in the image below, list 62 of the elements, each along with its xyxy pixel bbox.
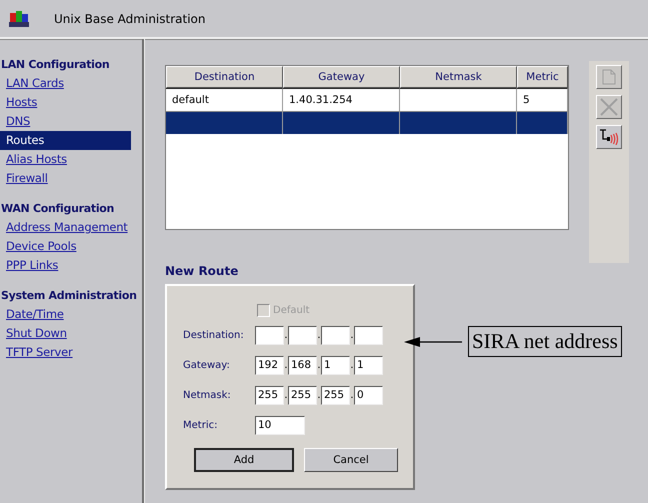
table-row[interactable]: default 1.40.31.254 5 xyxy=(166,88,568,111)
field-label: Netmask: xyxy=(182,390,232,400)
section-heading: System Administration xyxy=(0,288,137,304)
octet-separator: . xyxy=(317,388,321,402)
octet-separator: . xyxy=(284,388,288,402)
octet-field[interactable] xyxy=(321,326,350,344)
field-label: Gateway: xyxy=(182,360,231,370)
table-cell: default xyxy=(172,94,209,106)
octet-field[interactable]: 0 xyxy=(354,386,383,404)
page-icon xyxy=(602,69,616,85)
x-icon xyxy=(600,98,618,116)
nav-link[interactable]: Date/Time xyxy=(0,305,125,324)
nav-link[interactable]: Firewall xyxy=(0,169,125,188)
nav-link[interactable]: Device Pools xyxy=(0,237,125,256)
window-title: Unix Base Administration xyxy=(54,12,206,26)
field-label: Metric: xyxy=(182,420,218,430)
octet-separator: . xyxy=(317,328,321,342)
arrow xyxy=(404,336,464,348)
octet-separator: . xyxy=(350,388,354,402)
logo-icon xyxy=(8,8,30,28)
octet-field[interactable]: 1 xyxy=(321,356,350,374)
ping-button[interactable] xyxy=(596,125,622,149)
section-heading: LAN Configuration xyxy=(0,57,110,73)
octet-field[interactable]: 255 xyxy=(288,386,317,404)
nav-link[interactable]: PPP Links xyxy=(0,256,125,275)
octet-separator: . xyxy=(284,328,288,342)
table-cell: 1.40.31.254 xyxy=(289,94,352,106)
annotation-label: SIRA net address xyxy=(468,326,622,357)
section-heading: WAN Configuration xyxy=(0,201,114,217)
octet-field[interactable] xyxy=(288,326,317,344)
column-header[interactable]: Gateway xyxy=(283,66,400,88)
octet-field[interactable] xyxy=(354,326,383,344)
octet-field[interactable]: 255 xyxy=(255,386,284,404)
nav-link[interactable]: Alias Hosts xyxy=(0,150,125,169)
nav-link[interactable]: TFTP Server xyxy=(0,343,125,362)
signal-icon xyxy=(599,129,619,145)
nav-link[interactable]: Routes xyxy=(0,131,131,150)
checkbox-label: Default xyxy=(273,304,310,316)
cancel-button[interactable]: Cancel xyxy=(304,448,398,472)
add-button[interactable]: Add xyxy=(194,448,294,472)
table-cell: 5 xyxy=(523,94,530,106)
octet-separator: . xyxy=(317,358,321,372)
column-header[interactable]: Metric xyxy=(517,66,568,88)
octet-field[interactable]: 192 xyxy=(255,356,284,374)
nav-link[interactable]: Shut Down xyxy=(0,324,125,343)
octet-separator: . xyxy=(284,358,288,372)
octet-separator: . xyxy=(350,328,354,342)
nav-link[interactable]: Hosts xyxy=(0,93,125,112)
field-label: Destination: xyxy=(182,330,245,340)
octet-separator: . xyxy=(350,358,354,372)
input-field[interactable]: 10 xyxy=(255,416,305,434)
table-row[interactable] xyxy=(166,111,568,134)
column-header[interactable]: Destination xyxy=(166,66,283,88)
nav-link[interactable]: Address Management xyxy=(0,218,125,237)
octet-field[interactable]: 168 xyxy=(288,356,317,374)
nav-link[interactable]: DNS xyxy=(0,112,125,131)
octet-field[interactable]: 1 xyxy=(354,356,383,374)
octet-field[interactable] xyxy=(255,326,284,344)
octet-field[interactable]: 255 xyxy=(321,386,350,404)
section-title: New Route xyxy=(165,263,240,280)
nav-link[interactable]: LAN Cards xyxy=(0,74,125,93)
column-header[interactable]: Netmask xyxy=(400,66,517,88)
